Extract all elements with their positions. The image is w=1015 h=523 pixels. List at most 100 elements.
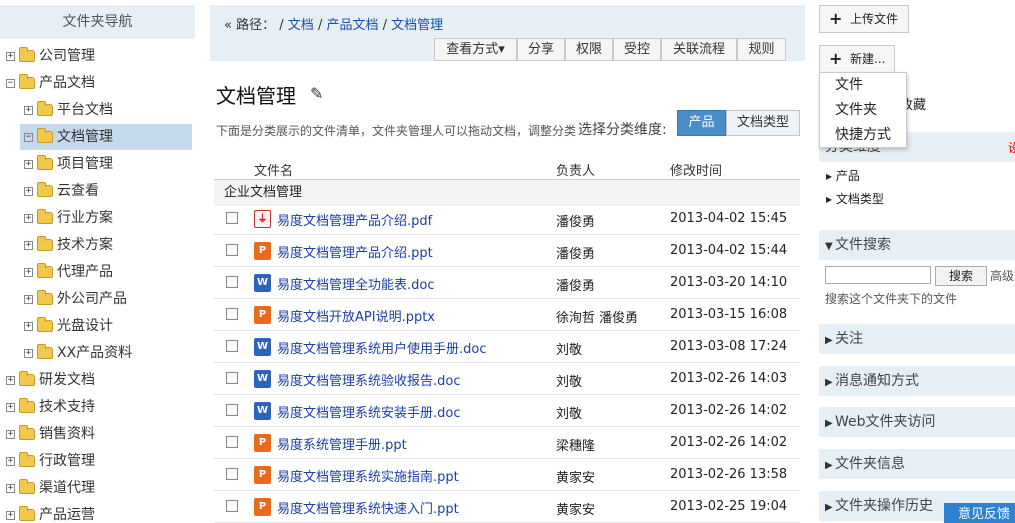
table-row[interactable]: P 易度文档管理系统实施指南.ppt 黄家安 2013-02-26 13:58: [214, 459, 800, 491]
expand-toggle-icon[interactable]: +: [24, 159, 33, 169]
tree-item[interactable]: + 公司管理: [6, 43, 95, 69]
file-name-link[interactable]: 易度文档管理产品介绍.ppt: [277, 242, 433, 261]
table-row[interactable]: W 易度文档管理系统安装手册.doc 刘敬 2013-02-26 14:02: [214, 395, 800, 427]
expand-toggle-icon[interactable]: +: [6, 402, 15, 412]
tree-item[interactable]: + 渠道代理: [6, 475, 95, 501]
expand-toggle-icon[interactable]: +: [24, 240, 33, 250]
table-row[interactable]: P 易度系统管理手册.ppt 梁穗隆 2013-02-26 14:02: [214, 427, 800, 459]
advanced-search-link[interactable]: 高级: [990, 267, 1014, 284]
row-checkbox[interactable]: [226, 404, 238, 416]
expand-toggle-icon[interactable]: +: [6, 429, 15, 439]
expand-toggle-icon[interactable]: +: [6, 483, 15, 493]
file-name-link[interactable]: 易度文档管理系统快速入门.ppt: [277, 498, 459, 517]
search-panel-header[interactable]: ▼ 文件搜索: [819, 230, 1015, 260]
classify-item-doctype[interactable]: ▸ 文档类型: [826, 190, 884, 207]
row-checkbox[interactable]: [226, 244, 238, 256]
collapsible-panel-header[interactable]: ▶ Web文件夹访问: [819, 407, 1015, 437]
expand-toggle-icon[interactable]: +: [24, 186, 33, 196]
file-name-link[interactable]: 易度文档管理系统用户使用手册.doc: [277, 338, 487, 357]
search-button[interactable]: 搜索: [935, 266, 987, 286]
permission-button[interactable]: 权限: [565, 38, 613, 61]
table-row[interactable]: P 易度文档管理产品介绍.ppt 潘俊勇 2013-04-02 15:44: [214, 235, 800, 267]
menu-item-file[interactable]: 文件: [820, 73, 906, 98]
tree-item[interactable]: − 文档管理: [20, 124, 192, 150]
new-button[interactable]: + 新建...: [819, 45, 895, 73]
menu-item-shortcut[interactable]: 快捷方式: [820, 123, 906, 148]
pencil-icon[interactable]: ✎: [310, 84, 323, 103]
file-name-link[interactable]: 易度文档管理系统实施指南.ppt: [277, 466, 459, 485]
expand-toggle-icon[interactable]: +: [24, 321, 33, 331]
tree-item-label: 项目管理: [57, 156, 113, 172]
crumb-product-docs[interactable]: 产品文档: [326, 18, 378, 33]
row-checkbox[interactable]: [226, 372, 238, 384]
row-checkbox[interactable]: [226, 276, 238, 288]
tree-item[interactable]: + 光盘设计: [24, 313, 113, 339]
expand-toggle-icon[interactable]: +: [24, 348, 33, 358]
tree-item[interactable]: − 产品文档: [6, 70, 95, 96]
tree-item[interactable]: + 代理产品: [24, 259, 113, 285]
feedback-button[interactable]: 意见反馈: [944, 503, 1015, 523]
collapsible-panel-header[interactable]: ▶ 消息通知方式: [819, 366, 1015, 396]
tree-item[interactable]: + XX产品资料: [24, 340, 132, 366]
dimension-doctype-tab[interactable]: 文档类型: [726, 110, 800, 136]
share-button[interactable]: 分享: [517, 38, 565, 61]
table-row[interactable]: W 易度文档管理系统验收报告.doc 刘敬 2013-02-26 14:03: [214, 363, 800, 395]
row-checkbox[interactable]: [226, 212, 238, 224]
expand-toggle-icon[interactable]: +: [24, 105, 33, 115]
col-filename[interactable]: 文件名: [254, 160, 293, 179]
crumb-docs[interactable]: 文档: [288, 18, 314, 33]
crumb-doc-management[interactable]: 文档管理: [391, 18, 443, 33]
expand-toggle-icon[interactable]: −: [24, 132, 33, 142]
expand-toggle-icon[interactable]: +: [24, 267, 33, 277]
col-owner[interactable]: 负责人: [556, 160, 595, 179]
expand-toggle-icon[interactable]: +: [24, 294, 33, 304]
tree-item[interactable]: + 技术方案: [24, 232, 113, 258]
expand-toggle-icon[interactable]: −: [6, 78, 15, 88]
tree-item[interactable]: + 行政管理: [6, 448, 95, 474]
view-mode-button[interactable]: 查看方式▾: [434, 38, 517, 61]
file-name-link[interactable]: 易度系统管理手册.ppt: [277, 434, 407, 453]
table-row[interactable]: W 易度文档管理系统用户使用手册.doc 刘敬 2013-03-08 17:24: [214, 331, 800, 363]
classify-item-product[interactable]: ▸ 产品: [826, 167, 860, 184]
rules-button[interactable]: 规则: [737, 38, 786, 61]
collapsible-panel-header[interactable]: ▶ 文件夹信息: [819, 449, 1015, 479]
menu-item-folder[interactable]: 文件夹: [820, 98, 906, 123]
tree-item[interactable]: + 平台文档: [24, 97, 113, 123]
tree-item[interactable]: + 云查看: [24, 178, 99, 204]
expand-toggle-icon[interactable]: +: [6, 51, 15, 61]
tree-item[interactable]: + 外公司产品: [24, 286, 127, 312]
expand-toggle-icon[interactable]: +: [6, 456, 15, 466]
tree-item[interactable]: + 销售资料: [6, 421, 95, 447]
row-checkbox[interactable]: [226, 436, 238, 448]
search-input[interactable]: [825, 266, 931, 284]
tree-item[interactable]: + 研发文档: [6, 367, 95, 393]
file-name-link[interactable]: 易度文档管理产品介绍.pdf: [277, 210, 432, 229]
file-name-link[interactable]: 易度文档开放API说明.pptx: [277, 306, 435, 325]
file-name-link[interactable]: 易度文档管理系统安装手册.doc: [277, 402, 461, 421]
related-flow-button[interactable]: 关联流程: [661, 38, 737, 61]
controlled-button[interactable]: 受控: [613, 38, 661, 61]
row-checkbox[interactable]: [226, 340, 238, 352]
table-row[interactable]: P 易度文档开放API说明.pptx 徐洵哲 潘俊勇 2013-03-15 16:08: [214, 299, 800, 331]
tree-item[interactable]: + 项目管理: [24, 151, 113, 177]
expand-toggle-icon[interactable]: +: [6, 510, 15, 520]
upload-button[interactable]: + 上传文件: [819, 5, 909, 33]
expand-toggle-icon[interactable]: +: [24, 213, 33, 223]
tree-item[interactable]: + 行业方案: [24, 205, 113, 231]
tree-item[interactable]: + 产品运营: [6, 502, 95, 523]
file-name-link[interactable]: 易度文档管理系统验收报告.doc: [277, 370, 461, 389]
tree-item[interactable]: + 技术支持: [6, 394, 95, 420]
row-checkbox[interactable]: [226, 308, 238, 320]
settings-link[interactable]: 设: [1008, 139, 1015, 153]
collapse-icon[interactable]: «: [224, 18, 232, 33]
table-row[interactable]: W 易度文档管理全功能表.doc 潘俊勇 2013-03-20 14:10: [214, 267, 800, 299]
collapsible-panel-header[interactable]: ▶ 关注: [819, 324, 1015, 354]
row-checkbox[interactable]: [226, 468, 238, 480]
table-row[interactable]: ⏚ 易度文档管理产品介绍.pdf 潘俊勇 2013-04-02 15:45: [214, 203, 800, 235]
table-row[interactable]: P 易度文档管理系统快速入门.ppt 黄家安 2013-02-25 19:04: [214, 491, 800, 523]
expand-toggle-icon[interactable]: +: [6, 375, 15, 385]
row-checkbox[interactable]: [226, 500, 238, 512]
col-modified[interactable]: 修改时间: [670, 160, 722, 179]
file-name-link[interactable]: 易度文档管理全功能表.doc: [277, 274, 435, 293]
dimension-product-tab[interactable]: 产品: [677, 110, 726, 136]
